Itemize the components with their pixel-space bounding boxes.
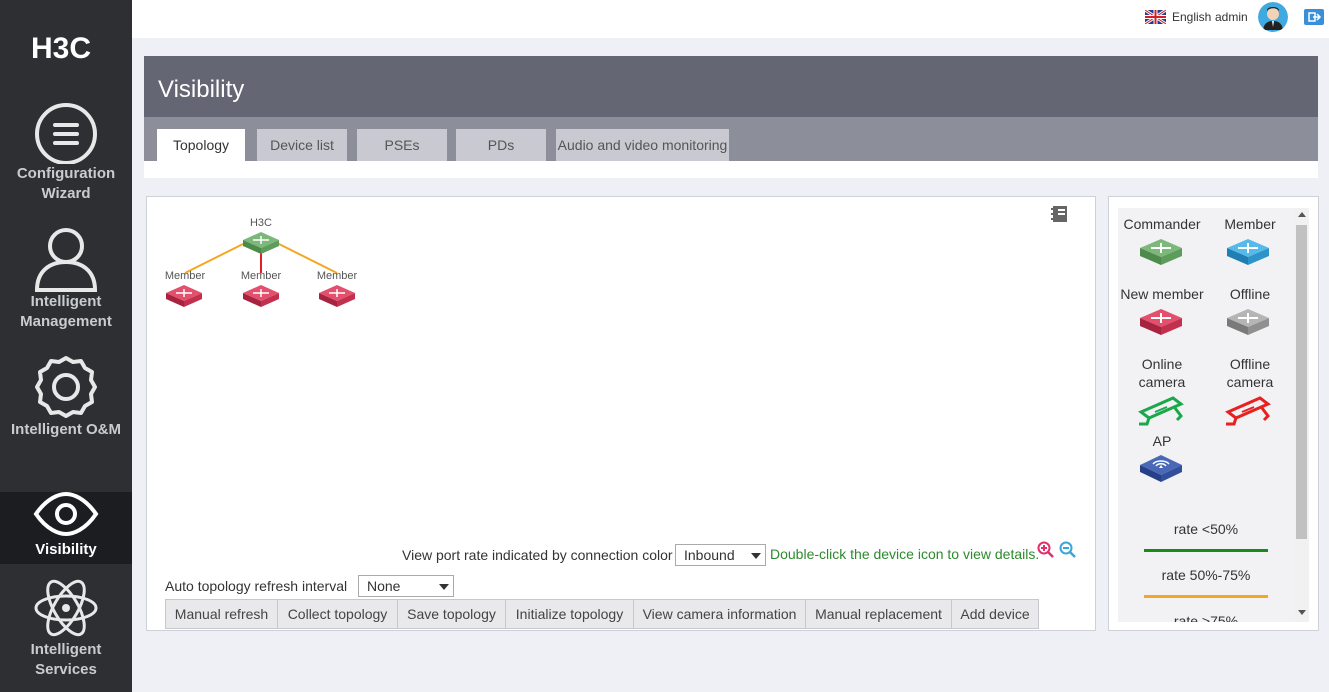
rate-legend-mid-line <box>1144 595 1268 598</box>
zoom-out-icon[interactable] <box>1059 541 1077 559</box>
legend-item-offline: Offline <box>1206 285 1294 303</box>
scroll-up-icon[interactable] <box>1298 212 1306 217</box>
username[interactable]: admin <box>1215 10 1248 24</box>
legend-list: Commander Member New member Offline Onli… <box>1118 208 1294 622</box>
topology-panel: H3C Member Member Member View port rate … <box>146 196 1096 631</box>
legend-label: Offline camera <box>1226 356 1274 390</box>
refresh-interval-label: Auto topology refresh interval <box>165 578 348 594</box>
notebook-icon[interactable] <box>1051 205 1069 223</box>
topology-link-1 <box>184 242 246 274</box>
tab-pds[interactable]: PDs <box>456 129 546 161</box>
svg-text:H3C: H3C <box>31 32 91 65</box>
rate-legend-low: rate <50% <box>1173 521 1239 537</box>
logout-icon[interactable] <box>1304 9 1324 25</box>
member-label: Member <box>317 270 358 282</box>
sidebar-item-intelligent-om[interactable]: Intelligent O&M <box>0 352 132 480</box>
gear-icon <box>35 356 97 418</box>
rate-legend-high: rate >75% <box>1173 613 1239 622</box>
sidebar-item-intelligent-services[interactable]: Intelligent Services <box>0 572 132 692</box>
title-bar: Visibility <box>144 56 1318 117</box>
sidebar-item-visibility[interactable]: Visibility <box>0 492 132 564</box>
sidebar-item-label: Intelligent Management <box>20 293 112 330</box>
atom-icon <box>34 579 98 637</box>
tab-audio-video-monitoring[interactable]: Audio and video monitoring <box>556 129 729 161</box>
legend-item-new-member: New member <box>1118 285 1206 303</box>
port-rate-direction-value: Inbound <box>684 547 735 563</box>
sidebar: H3C Configuration Wizard Intelligent Man… <box>0 0 132 692</box>
legend-item-member: Member <box>1206 215 1294 233</box>
rate-legend-mid: rate 50%-75% <box>1161 567 1251 583</box>
uk-flag-icon[interactable] <box>1145 10 1166 24</box>
chevron-down-icon <box>439 584 449 590</box>
new-member-switch-icon <box>1140 309 1182 335</box>
save-topology-button[interactable]: Save topology <box>397 599 506 629</box>
scroll-thumb[interactable] <box>1296 225 1307 539</box>
avatar[interactable] <box>1258 2 1288 32</box>
rate-legend-low-line <box>1144 549 1268 552</box>
initialize-topology-button[interactable]: Initialize topology <box>505 599 634 629</box>
commander-label: H3C <box>250 217 272 229</box>
port-rate-direction-select[interactable]: Inbound <box>675 544 766 566</box>
member-label: Member <box>165 270 206 282</box>
tab-pses[interactable]: PSEs <box>357 129 447 161</box>
scroll-down-icon[interactable] <box>1298 610 1306 615</box>
legend-label: Member <box>1224 216 1276 232</box>
menu-icon <box>35 103 97 164</box>
commander-switch-icon <box>1140 239 1182 265</box>
sidebar-item-intelligent-management[interactable]: Intelligent Management <box>0 224 132 352</box>
refresh-interval-value: None <box>367 578 401 594</box>
topology-canvas[interactable]: H3C Member Member Member <box>147 197 567 337</box>
collect-topology-button[interactable]: Collect topology <box>277 599 398 629</box>
legend-label: Online camera <box>1138 356 1186 390</box>
top-bar: English admin <box>132 0 1329 38</box>
tab-device-list[interactable]: Device list <box>257 129 347 161</box>
member-switch-icon <box>243 285 279 307</box>
add-device-button[interactable]: Add device <box>951 599 1039 629</box>
manual-replacement-button[interactable]: Manual replacement <box>805 599 952 629</box>
offline-camera-icon <box>1225 396 1271 426</box>
legend-item-commander: Commander <box>1118 215 1206 233</box>
legend-scrollbar[interactable] <box>1294 208 1309 622</box>
offline-switch-icon <box>1227 309 1269 335</box>
manual-refresh-button[interactable]: Manual refresh <box>165 599 278 629</box>
legend-label: New member <box>1120 286 1204 302</box>
legend-label: Offline <box>1229 286 1271 302</box>
member-switch-icon <box>319 285 355 307</box>
chevron-down-icon <box>751 553 761 559</box>
h3c-logo: H3C <box>31 32 91 65</box>
legend-label: Commander <box>1123 216 1201 232</box>
refresh-interval-select[interactable]: None <box>358 575 454 597</box>
sidebar-item-label: Intelligent O&M <box>11 421 121 438</box>
page-header: Visibility Topology Device list PSEs PDs… <box>144 56 1318 178</box>
topology-link-3 <box>276 242 338 274</box>
tab-strip: Topology Device list PSEs PDs Audio and … <box>144 117 1318 161</box>
tab-topology[interactable]: Topology <box>157 129 245 161</box>
port-rate-label: View port rate indicated by connection c… <box>402 547 673 563</box>
legend-panel: Commander Member New member Offline Onli… <box>1108 196 1319 631</box>
zoom-in-icon[interactable] <box>1037 541 1055 559</box>
sidebar-item-label: Configuration Wizard <box>16 165 116 202</box>
eye-icon <box>33 492 99 536</box>
member-switch-icon <box>166 285 202 307</box>
legend-item-ap: AP <box>1118 432 1206 450</box>
member-label: Member <box>241 270 282 282</box>
sidebar-item-label: Visibility <box>35 541 97 558</box>
language-selector[interactable]: English <box>1172 10 1211 24</box>
details-hint: Double-click the device icon to view det… <box>770 546 1040 562</box>
user-icon <box>34 228 98 292</box>
ap-icon <box>1140 455 1182 482</box>
legend-item-online-camera: Online camera <box>1118 355 1206 391</box>
sidebar-item-configuration-wizard[interactable]: Configuration Wizard <box>0 96 132 224</box>
legend-item-offline-camera: Offline camera <box>1206 355 1294 391</box>
commander-switch-icon <box>243 232 279 254</box>
page-title: Visibility <box>158 76 245 103</box>
sidebar-item-label: Intelligent Services <box>30 641 102 678</box>
member-switch-icon <box>1227 239 1269 265</box>
online-camera-icon <box>1138 396 1184 426</box>
view-camera-information-button[interactable]: View camera information <box>633 599 806 629</box>
legend-label: AP <box>1152 433 1172 449</box>
